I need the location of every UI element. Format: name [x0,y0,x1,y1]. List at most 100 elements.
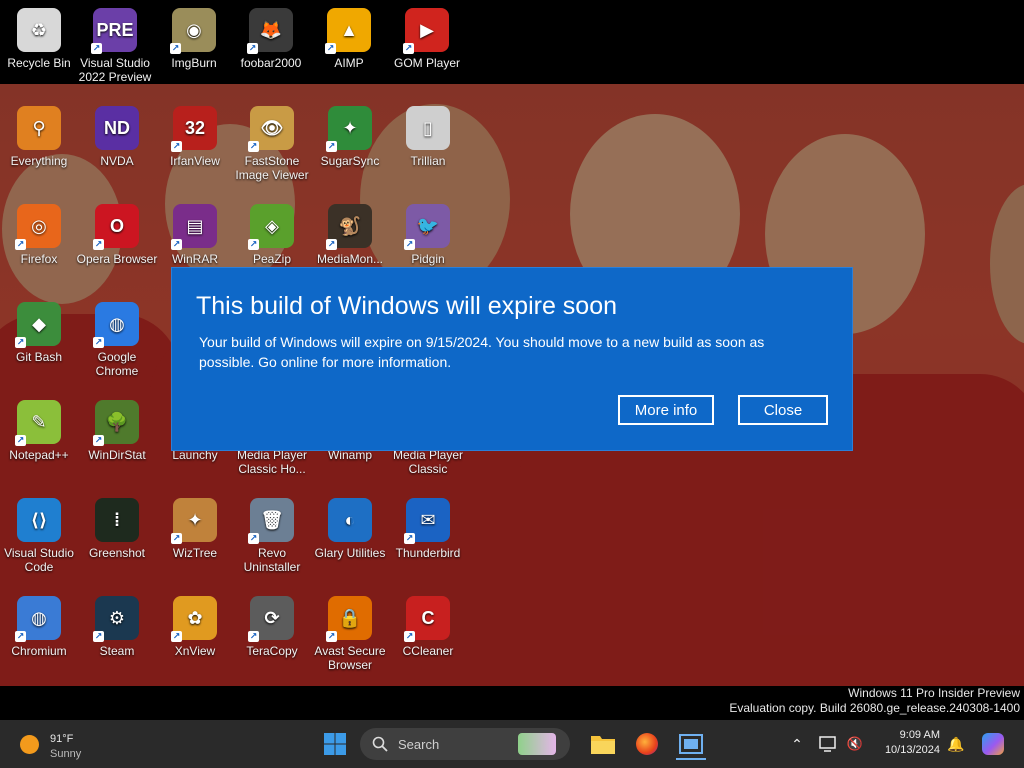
firefox-icon [636,733,658,755]
start-button[interactable] [321,730,349,758]
desktop-icon-trillian[interactable]: ▯ Trillian [386,106,470,168]
desktop-icon-label: Google Chrome [95,350,139,378]
weather-widget[interactable]: 91°F Sunny [14,726,94,762]
shortcut-arrow-icon: ↗ [171,631,182,642]
active-app-taskbar-button[interactable] [676,730,706,760]
more-info-button[interactable]: More info [618,395,714,425]
imgburn-icon: ◉ ↗ [170,8,216,54]
speaker-muted-icon: 🔇 [846,736,864,751]
clock-time: 9:09 AM [899,729,940,741]
shortcut-arrow-icon: ↗ [248,533,259,544]
peazip-icon: ◈ ↗ [248,204,294,250]
faststone-icon: 👁 ↗ [248,106,294,152]
desktop-icon-greenshot[interactable]: ⁞ Greenshot [75,498,159,560]
chrome-icon: ◍ ↗ [93,302,139,348]
volume-status[interactable]: 🔇 [845,730,865,758]
shortcut-arrow-icon: ↗ [15,337,26,348]
desktop-icon-chrome[interactable]: ◍ ↗ Google Chrome [75,302,159,378]
desktop-icon-gom-player[interactable]: ▶ ↗ GOM Player [385,8,469,70]
expiry-dialog: This build of Windows will expire soon Y… [172,268,852,450]
desktop-icon-imgburn[interactable]: ◉ ↗ ImgBurn [152,8,236,70]
desktop-icon-label: Winamp [327,448,372,462]
desktop-icon-label: Glary Utilities [314,546,386,560]
desktop-icon-thunderbird[interactable]: ✉ ↗ Thunderbird [386,498,470,560]
steam-icon: ⚙ ↗ [93,596,139,642]
watermark-build: Evaluation copy. Build 26080.ge_release.… [729,701,1020,715]
evaluation-watermark: Windows 11 Pro Insider Preview Evaluatio… [729,686,1020,716]
desktop-icon-label: Git Bash [15,350,63,364]
desktop-icon-git-bash[interactable]: ◆ ↗ Git Bash [0,302,81,364]
desktop-icon-pidgin[interactable]: 🐦 ↗ Pidgin [386,204,470,266]
taskbar-search[interactable]: Search [360,728,570,760]
desktop-icon-visual-studio-preview[interactable]: PRE ↗ Visual Studio 2022 Preview [73,8,157,84]
desktop-icon-label: Media Player Classic [392,448,464,476]
shortcut-arrow-icon: ↗ [247,43,258,54]
revo-uninstaller-icon: 🗑 ↗ [248,498,294,544]
desktop-icon-label: FastStone Image Viewer [235,154,309,182]
gom-player-icon: ▶ ↗ [403,8,449,54]
network-status[interactable] [818,730,840,758]
desktop-icon-opera[interactable]: O ↗ Opera Browser [75,204,159,266]
desktop-icon-windirstat[interactable]: 🌳 ↗ WinDirStat [75,400,159,462]
shortcut-arrow-icon: ↗ [15,435,26,446]
desktop-icon-everything-search[interactable]: ⚲ Everything [0,106,81,168]
search-highlight-icon [518,733,556,755]
desktop-icon-label: Visual Studio 2022 Preview [78,56,152,84]
shortcut-arrow-icon: ↗ [326,631,337,642]
desktop-icon-chromium[interactable]: ◍ ↗ Chromium [0,596,81,658]
notifications-button[interactable]: 🔔 [946,730,966,758]
desktop-icon-notepad-plus-plus[interactable]: ✎ ↗ Notepad++ [0,400,81,462]
desktop-icon-teracopy[interactable]: ⟳ ↗ TeraCopy [230,596,314,658]
weather-temp: 91°F [50,733,74,745]
system-clock[interactable]: 9:09 AM 10/13/2024 [885,728,940,758]
recycle-bin-icon: ♻ [17,8,61,52]
desktop-icon-mediamonkey[interactable]: 🐒 ↗ MediaMon... [308,204,392,266]
vscode-icon: ⟨⟩ [17,498,61,542]
desktop-icon-foobar2000[interactable]: 🦊 ↗ foobar2000 [229,8,313,70]
shortcut-arrow-icon: ↗ [93,435,104,446]
desktop-icon-faststone[interactable]: 👁 ↗ FastStone Image Viewer [230,106,314,182]
desktop-icon-peazip[interactable]: ◈ ↗ PeaZip [230,204,314,266]
desktop-icon-label: SugarSync [320,154,380,168]
desktop-icon-label: ImgBurn [171,56,217,70]
sugarsync-icon: ✦ ↗ [326,106,372,152]
close-button[interactable]: Close [738,395,828,425]
show-hidden-icons-button[interactable]: ⌃ [788,730,806,758]
foobar2000-icon: 🦊 ↗ [247,8,293,54]
notepad-plus-plus-icon: ✎ ↗ [15,400,61,446]
shortcut-arrow-icon: ↗ [15,239,26,250]
desktop-icon-xnview[interactable]: ✿ ↗ XnView [153,596,237,658]
desktop-icon-label: Opera Browser [76,252,158,266]
desktop-icon-label: Steam [99,644,135,658]
desktop-icon-label: WinRAR [171,252,218,266]
desktop-icon-irfanview[interactable]: 32 ↗ IrfanView [153,106,237,168]
shortcut-arrow-icon: ↗ [325,43,336,54]
shortcut-arrow-icon: ↗ [15,631,26,642]
desktop-icon-sugarsync[interactable]: ✦ ↗ SugarSync [308,106,392,168]
window-app-icon [679,734,703,754]
desktop-icon-glary-utilities[interactable]: ◐ Glary Utilities [308,498,392,560]
git-bash-icon: ◆ ↗ [15,302,61,348]
desktop-icon-label: TeraCopy [246,644,298,658]
desktop-icon-firefox[interactable]: ◎ ↗ Firefox [0,204,81,266]
desktop-icon-wiztree[interactable]: ✦ ↗ WizTree [153,498,237,560]
desktop-icon-vscode[interactable]: ⟨⟩ Visual Studio Code [0,498,81,574]
desktop-icon-recycle-bin[interactable]: ♻ Recycle Bin [0,8,81,70]
copilot-button[interactable] [980,730,1006,758]
desktop-icon-ccleaner[interactable]: C ↗ CCleaner [386,596,470,658]
desktop-icon-steam[interactable]: ⚙ ↗ Steam [75,596,159,658]
shortcut-arrow-icon: ↗ [93,631,104,642]
sun-icon [20,735,39,754]
teracopy-icon: ⟳ ↗ [248,596,294,642]
desktop-icon-label: Recycle Bin [7,56,71,70]
chromium-icon: ◍ ↗ [15,596,61,642]
desktop-icon-winrar[interactable]: ▤ ↗ WinRAR [153,204,237,266]
desktop-icon-nvda[interactable]: ND NVDA [75,106,159,168]
file-explorer-taskbar-button[interactable] [589,730,617,758]
bell-icon: 🔔 [947,735,965,752]
desktop-icon-revo-uninstaller[interactable]: 🗑 ↗ Revo Uninstaller [230,498,314,574]
firefox-taskbar-button[interactable] [633,730,661,758]
desktop-icon-aimp[interactable]: ▲ ↗ AIMP [307,8,391,70]
desktop-icon-avast-secure-browser[interactable]: 🔒 ↗ Avast Secure Browser [308,596,392,672]
windirstat-icon: 🌳 ↗ [93,400,139,446]
